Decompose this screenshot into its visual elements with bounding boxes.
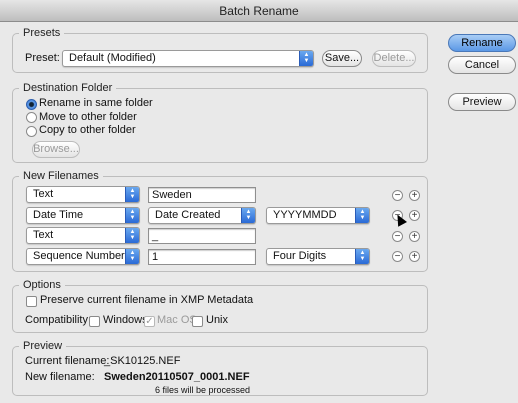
preserve-filename-checkbox[interactable]	[26, 296, 37, 307]
popup-arrows-icon: ▲ ▼	[125, 228, 139, 243]
new-filename-label: New filename:	[25, 371, 95, 383]
filename-row-4-digits: Four Digits	[273, 250, 327, 262]
window-title: Batch Rename	[0, 0, 518, 22]
preset-popup[interactable]: Default (Modified) ▲ ▼	[62, 50, 314, 67]
filename-row-2-type: Date Time	[33, 209, 84, 221]
preview-group-title: Preview	[19, 339, 67, 353]
add-row-1-icon[interactable]: +	[409, 190, 420, 201]
add-row-4-icon[interactable]: +	[409, 251, 420, 262]
add-row-2-icon[interactable]: +	[409, 210, 420, 221]
windows-checkbox[interactable]	[89, 316, 100, 327]
filename-row-3-type: Text	[33, 229, 54, 241]
popup-arrows-icon: ▲ ▼	[125, 208, 139, 223]
popup-arrows-icon: ▲ ▼	[125, 249, 139, 264]
rename-same-folder-radio[interactable]	[26, 99, 37, 110]
filename-row-4-number-field[interactable]: 1	[148, 249, 256, 265]
filename-row-4-digits-popup[interactable]: Four Digits ▲ ▼	[266, 248, 370, 265]
filename-row-4-type-popup[interactable]: Sequence Number ▲ ▼	[26, 248, 140, 265]
files-processed-text: 6 files will be processed	[155, 385, 251, 395]
move-other-folder-label: Move to other folder	[39, 111, 137, 123]
preserve-filename-label: Preserve current filename in XMP Metadat…	[40, 294, 254, 306]
copy-other-folder-radio[interactable]	[26, 126, 37, 137]
filename-row-3-text-field[interactable]: _	[148, 228, 256, 244]
delete-preset-button[interactable]: Delete...	[372, 50, 416, 67]
popup-arrows-icon: ▲ ▼	[355, 208, 369, 223]
rename-same-folder-label: Rename in same folder	[39, 97, 153, 109]
unix-checkbox[interactable]	[192, 316, 203, 327]
move-other-folder-radio[interactable]	[26, 112, 37, 123]
preset-popup-value: Default (Modified)	[69, 52, 156, 64]
compatibility-label: Compatibility:	[25, 314, 92, 326]
popup-arrows-icon: ▲ ▼	[299, 51, 313, 66]
preset-label: Preset:	[25, 52, 60, 64]
add-row-3-icon[interactable]: +	[409, 231, 420, 242]
filename-row-2-type-popup[interactable]: Date Time ▲ ▼	[26, 207, 140, 224]
filename-row-1-type: Text	[33, 188, 54, 200]
current-filename-value: _SK10125.NEF	[104, 355, 181, 367]
popup-arrows-icon: ▲ ▼	[355, 249, 369, 264]
popup-arrows-icon: ▲ ▼	[125, 187, 139, 202]
options-group-title: Options	[19, 278, 65, 292]
filename-row-1-text-field[interactable]: Sweden	[148, 187, 256, 203]
presets-group-title: Presets	[19, 26, 65, 40]
copy-other-folder-label: Copy to other folder	[39, 124, 136, 136]
filename-row-2-source: Date Created	[155, 209, 221, 221]
destination-group-title: Destination Folder	[19, 81, 117, 95]
filename-row-4-type: Sequence Number	[33, 250, 125, 262]
unix-label: Unix	[206, 314, 229, 326]
preview-button[interactable]: Preview	[448, 93, 516, 111]
cancel-button[interactable]: Cancel	[448, 56, 516, 74]
windows-label: Windows	[103, 314, 148, 326]
macos-label: Mac OS	[157, 314, 197, 326]
browse-button[interactable]: Browse...	[32, 141, 80, 158]
filename-row-2-format: YYYYMMDD	[273, 209, 337, 221]
rename-button[interactable]: Rename	[448, 34, 516, 52]
remove-row-1-icon[interactable]: −	[392, 190, 403, 201]
filename-row-2-format-popup[interactable]: YYYYMMDD ▲ ▼	[266, 207, 370, 224]
popup-arrows-icon: ▲ ▼	[241, 208, 255, 223]
remove-row-4-icon[interactable]: −	[392, 251, 403, 262]
current-filename-label: Current filename:	[25, 355, 110, 367]
remove-row-3-icon[interactable]: −	[392, 231, 403, 242]
macos-checkbox[interactable]: ✓	[144, 316, 155, 327]
filename-row-2-source-popup[interactable]: Date Created ▲ ▼	[148, 207, 256, 224]
filename-row-1-type-popup[interactable]: Text ▲ ▼	[26, 186, 140, 203]
save-preset-button[interactable]: Save...	[322, 50, 362, 67]
new-filenames-group-title: New Filenames	[19, 169, 103, 183]
new-filename-value: Sweden20110507_0001.NEF	[104, 371, 250, 383]
filename-row-3-type-popup[interactable]: Text ▲ ▼	[26, 227, 140, 244]
